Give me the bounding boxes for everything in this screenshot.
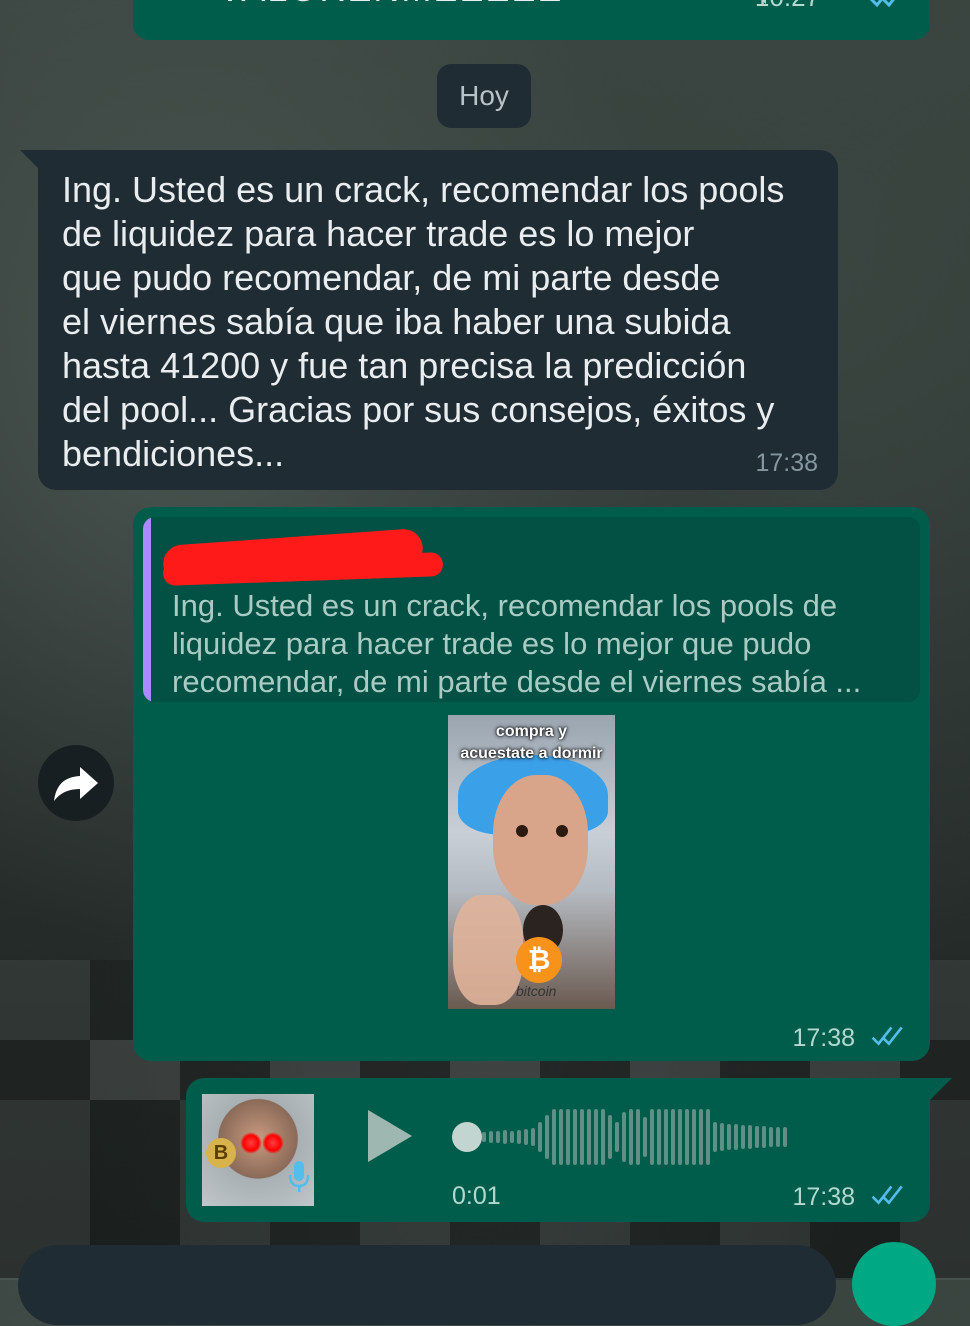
waveform-bar (601, 1109, 605, 1165)
sticker-eye (556, 825, 568, 837)
waveform-bar (664, 1109, 668, 1165)
waveform-bar (587, 1109, 591, 1165)
message-timestamp: 17:38 (792, 1183, 908, 1212)
waveform-bar (524, 1129, 528, 1145)
waveform-bar (762, 1126, 766, 1148)
waveform-bar (552, 1109, 556, 1165)
waveform-bar (713, 1122, 717, 1152)
waveform-bar (573, 1109, 577, 1165)
waveform-bar (720, 1123, 724, 1151)
waveform-bar (636, 1109, 640, 1165)
waveform-bar (517, 1130, 521, 1144)
message-input-bar[interactable] (18, 1245, 836, 1325)
waveform-bar (643, 1117, 647, 1157)
waveform-bar (580, 1109, 584, 1165)
waveform-bar (657, 1109, 661, 1165)
sticker-eye (516, 825, 528, 837)
sticker-thumbs-up (453, 895, 523, 1005)
waveform-bar (650, 1109, 654, 1165)
sticker-face (493, 775, 588, 905)
bitcoin-logo-icon: ₿ (516, 937, 562, 983)
play-button[interactable] (362, 1106, 418, 1166)
double-check-icon (871, 1185, 903, 1205)
microphone-icon (288, 1161, 310, 1192)
waveform-bar (734, 1124, 738, 1150)
waveform-bar (482, 1132, 486, 1142)
message-timestamp: 17:38 (792, 1024, 908, 1053)
voice-duration: 0:01 (452, 1182, 501, 1210)
waveform-bar (594, 1109, 598, 1165)
waveform-bar (531, 1128, 535, 1146)
sticker-image[interactable]: compra y acuestate a dormir ₿ bitcoin (448, 715, 615, 1009)
waveform-bar (755, 1126, 759, 1148)
waveform-bar (496, 1131, 500, 1143)
incoming-message-text: Ing. Usted es un crack, recomendar los p… (62, 169, 785, 474)
waveform-bar (615, 1122, 619, 1152)
waveform-bar (692, 1109, 696, 1165)
waveform-bar (727, 1124, 731, 1150)
waveform-bar (769, 1127, 773, 1147)
audio-seek-handle[interactable] (452, 1122, 482, 1152)
waveform-bar (538, 1122, 542, 1152)
waveform-bar (545, 1115, 549, 1159)
sticker-caption: compra y acuestate a dormir (460, 723, 603, 762)
outgoing-reply-bubble[interactable]: Ing. Usted es un crack, recomendar los p… (133, 507, 930, 1061)
bitcoin-coin-icon: B (206, 1138, 236, 1168)
waveform-bar (685, 1109, 689, 1165)
date-separator: Hoy (437, 64, 531, 128)
double-check-icon (871, 1026, 903, 1046)
record-voice-button[interactable] (852, 1242, 936, 1326)
voice-message-bubble[interactable]: B 0:01 17:38 (186, 1078, 930, 1222)
waveform-bar (678, 1109, 682, 1165)
waveform-bar (776, 1127, 780, 1147)
fire-emoji-icon: 🔥 (163, 0, 200, 1)
waveform-bar (622, 1112, 626, 1162)
waveform-bar (783, 1127, 787, 1147)
waveform-bar (510, 1131, 514, 1143)
double-check-icon (868, 0, 908, 15)
waveform-bar (741, 1125, 745, 1149)
waveform-bar (503, 1130, 507, 1144)
waveform-bar (489, 1131, 493, 1143)
previous-message-time: 10:27 (755, 0, 820, 13)
incoming-message-bubble[interactable]: Ing. Usted es un crack, recomendar los p… (38, 150, 838, 490)
waveform-bar (608, 1115, 612, 1159)
forward-button[interactable] (38, 745, 114, 821)
waveform-bar (748, 1125, 752, 1149)
audio-waveform[interactable] (482, 1102, 906, 1172)
waveform-bar (566, 1109, 570, 1165)
message-timestamp: 17:38 (755, 449, 818, 477)
laser-eye-icon (262, 1132, 284, 1154)
waveform-bar (629, 1109, 633, 1165)
quoted-message-text: Ing. Usted es un crack, recomendar los p… (172, 588, 862, 699)
previous-message-text: VALORENMEEEEE (218, 0, 563, 10)
quoted-message[interactable]: Ing. Usted es un crack, recomendar los p… (143, 517, 920, 702)
waveform-bar (706, 1109, 710, 1165)
waveform-bar (671, 1109, 675, 1165)
outgoing-bubble-tail (930, 1078, 952, 1100)
waveform-bar (559, 1109, 563, 1165)
quote-accent-bar (143, 517, 151, 702)
forward-arrow-icon (54, 767, 98, 801)
laser-eye-icon (240, 1132, 262, 1154)
bitcoin-label: bitcoin (516, 983, 557, 999)
waveform-bar (699, 1109, 703, 1165)
previous-message-bubble[interactable]: 🔥 🔥 VALORENMEEEEE 10:27 (133, 0, 930, 40)
